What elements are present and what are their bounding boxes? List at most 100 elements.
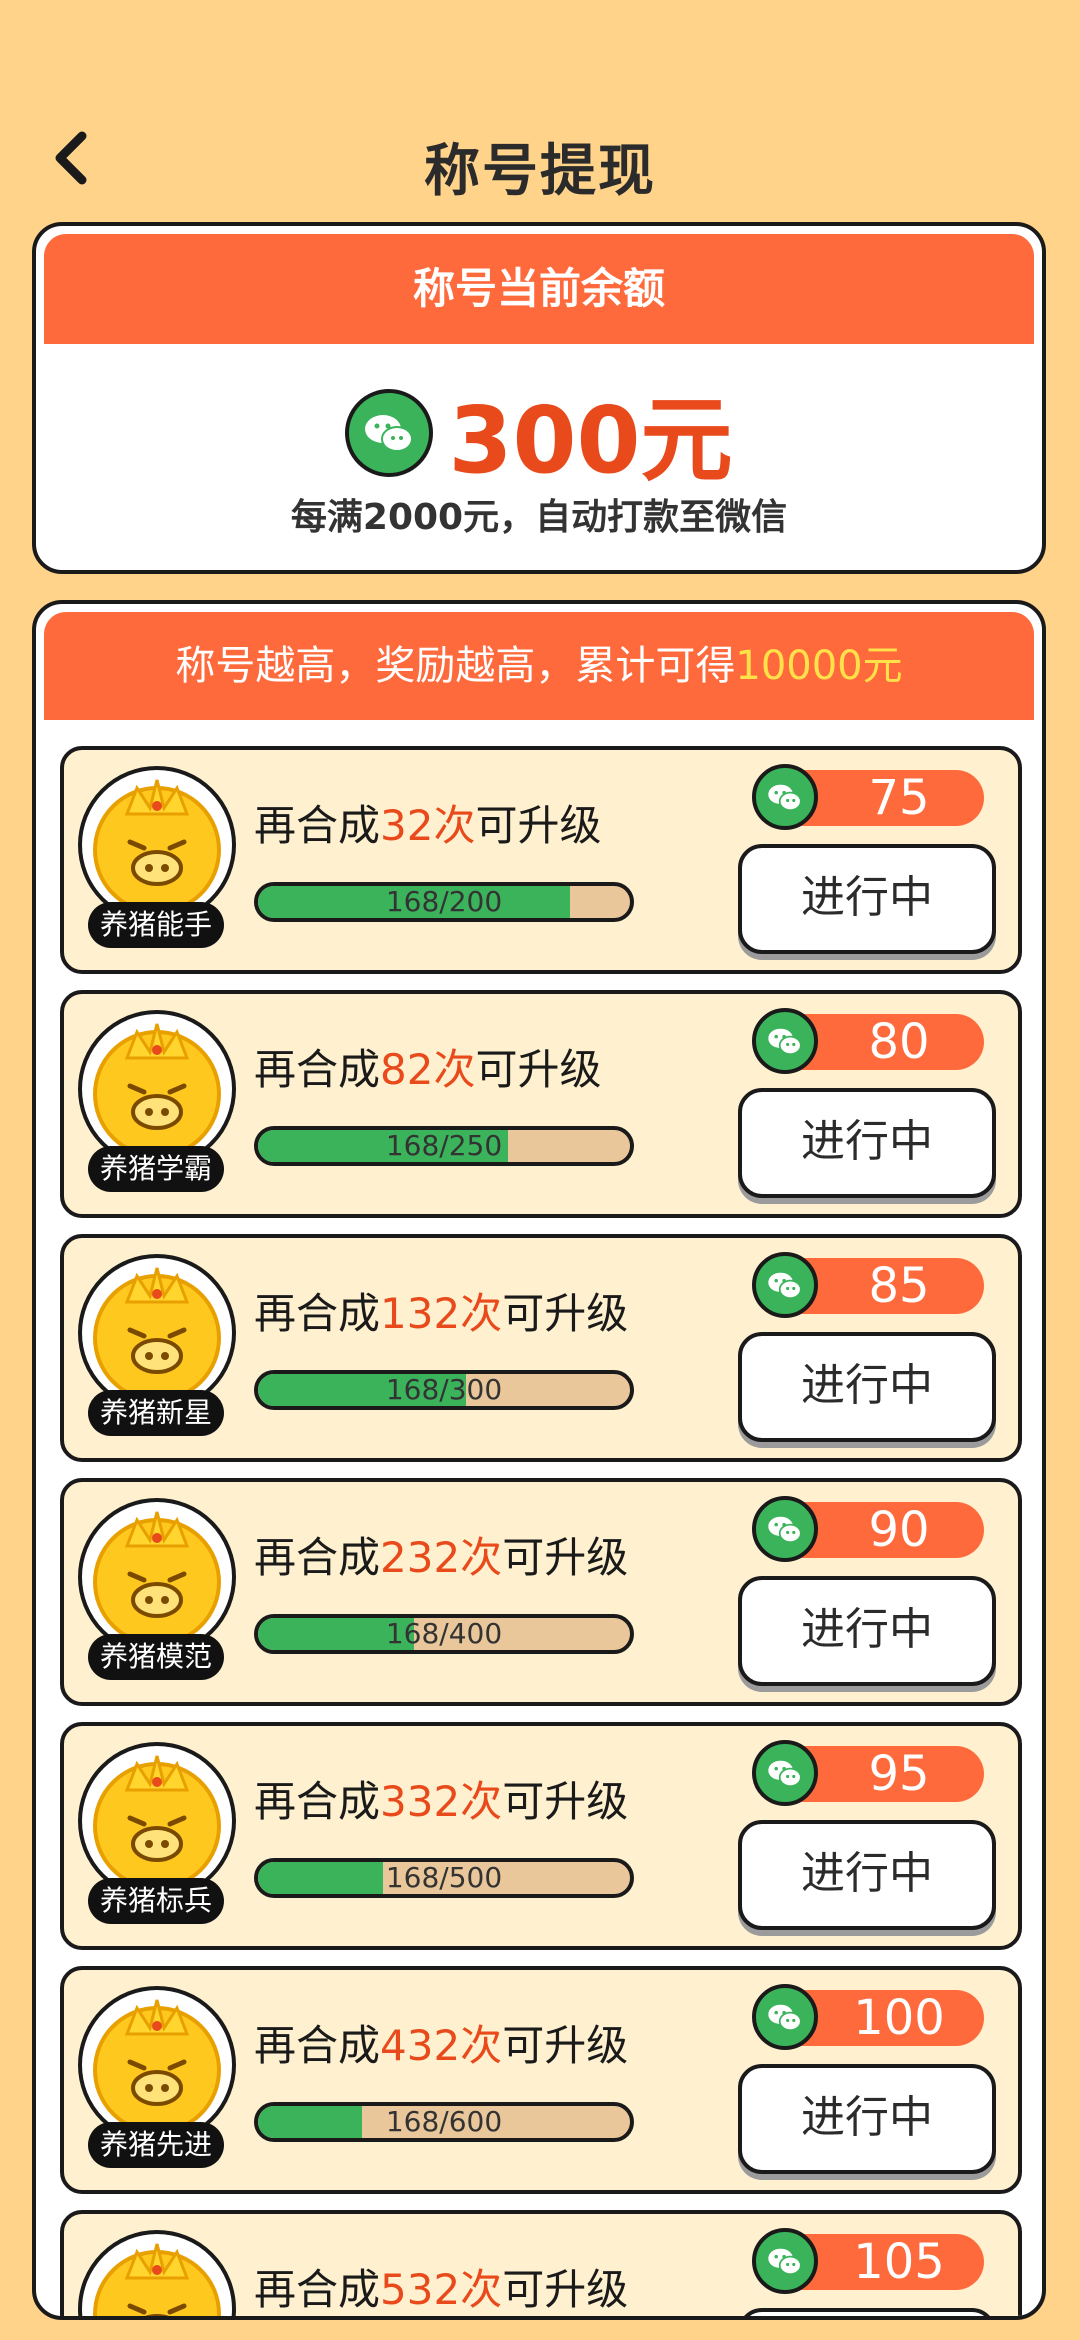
list-header: 称号越高，奖励越高，累计可得10000元 [44, 612, 1034, 720]
pig-crown-icon [78, 1742, 236, 1900]
status-button[interactable]: 进行中 [738, 1088, 996, 1198]
reward-pill: 95 [752, 1740, 984, 1806]
req-count: 332次 [380, 1777, 503, 1826]
title-badge: 养猪学霸 [88, 1146, 225, 1192]
reward-amount: 100 [853, 1990, 945, 2046]
req-count: 432次 [380, 2021, 503, 2070]
pig-crown-icon [78, 1010, 236, 1168]
title-list-card: 称号越高，奖励越高，累计可得10000元 养猪能手 再合成32次可升级 168/… [32, 600, 1046, 2320]
req-prefix: 再合成 [254, 2265, 381, 2314]
req-prefix: 再合成 [254, 2021, 381, 2070]
req-prefix: 再合成 [254, 1045, 381, 1094]
pig-crown-icon [78, 2230, 236, 2316]
wechat-icon [752, 1984, 818, 2050]
req-count: 82次 [380, 1045, 476, 1094]
reward-pill: 80 [752, 1008, 984, 1074]
pig-crown-icon [78, 1498, 236, 1656]
upgrade-requirement: 再合成82次可升级 [254, 1036, 601, 1097]
req-count: 232次 [380, 1533, 503, 1582]
pig-crown-icon [78, 1986, 236, 2144]
title-badge: 养猪模范 [88, 1634, 225, 1680]
progress-text: 168/400 [385, 1617, 503, 1650]
req-prefix: 再合成 [254, 1289, 381, 1338]
upgrade-requirement: 再合成132次可升级 [254, 1280, 628, 1341]
reward-amount: 80 [868, 1014, 930, 1070]
req-suffix: 可升级 [475, 1045, 602, 1094]
balance-amount-row: 300元 [36, 366, 1042, 494]
progress-text: 168/500 [385, 1861, 503, 1894]
wechat-icon [752, 2228, 818, 2294]
list-header-highlight: 10000元 [735, 643, 903, 689]
wechat-icon [345, 388, 434, 477]
status-button[interactable]: 进行中 [738, 2064, 996, 2174]
reward-pill: 105 [752, 2228, 984, 2294]
reward-amount: 85 [868, 1258, 930, 1314]
title-item: 养猪新星 再合成132次可升级 168/300 85 进行中 [60, 1234, 1022, 1462]
progress-bar: 168/250 [254, 1126, 634, 1166]
title-item: 养猪模范 再合成232次可升级 168/400 90 进行中 [60, 1478, 1022, 1706]
req-count: 32次 [380, 801, 476, 850]
status-button[interactable]: 进行中 [738, 1332, 996, 1442]
upgrade-requirement: 再合成332次可升级 [254, 1768, 628, 1829]
progress-bar: 168/500 [254, 1858, 634, 1898]
progress-bar: 168/200 [254, 882, 634, 922]
req-suffix: 可升级 [502, 1533, 629, 1582]
status-button[interactable] [738, 2308, 996, 2316]
reward-amount: 105 [853, 2234, 945, 2290]
pig-crown-icon [78, 766, 236, 924]
req-prefix: 再合成 [254, 1777, 381, 1826]
progress-text: 168/300 [385, 1373, 503, 1406]
balance-header: 称号当前余额 [44, 234, 1034, 344]
title-badge: 养猪先进 [88, 2122, 225, 2168]
title-item: 再合成532次可升级 105 [60, 2210, 1022, 2316]
req-count: 532次 [380, 2265, 503, 2314]
title-item: 养猪能手 再合成32次可升级 168/200 75 进行中 [60, 746, 1022, 974]
req-suffix: 可升级 [502, 1289, 629, 1338]
req-suffix: 可升级 [502, 2265, 629, 2314]
status-button[interactable]: 进行中 [738, 844, 996, 954]
req-suffix: 可升级 [502, 2021, 629, 2070]
upgrade-requirement: 再合成532次可升级 [254, 2256, 629, 2316]
balance-note: 每满2000元，自动打款至微信 [290, 497, 788, 538]
wechat-icon [752, 1008, 818, 1074]
reward-pill: 100 [752, 1984, 984, 2050]
reward-pill: 85 [752, 1252, 984, 1318]
wechat-icon [752, 1252, 818, 1318]
progress-bar: 168/300 [254, 1370, 634, 1410]
title-badge: 养猪新星 [88, 1390, 225, 1436]
balance-amount: 300元 [448, 387, 733, 494]
req-suffix: 可升级 [475, 801, 602, 850]
progress-text: 168/600 [385, 2105, 503, 2138]
progress-bar: 168/400 [254, 1614, 634, 1654]
pig-crown-icon [78, 1254, 236, 1412]
reward-pill: 75 [752, 764, 984, 830]
balance-card: 称号当前余额 300元 每满2000元，自动打款至微信 [32, 222, 1046, 574]
wechat-icon [752, 1496, 818, 1562]
top-bar: 称号提现 [0, 110, 1080, 210]
wechat-icon [752, 764, 818, 830]
wechat-icon [752, 1740, 818, 1806]
reward-pill: 90 [752, 1496, 984, 1562]
page-title: 称号提现 [424, 139, 656, 204]
reward-amount: 95 [868, 1746, 930, 1802]
status-button[interactable]: 进行中 [738, 1576, 996, 1686]
req-prefix: 再合成 [254, 1533, 381, 1582]
progress-text: 168/250 [385, 1129, 503, 1162]
req-count: 132次 [380, 1289, 503, 1338]
title-item: 养猪标兵 再合成332次可升级 168/500 95 进行中 [60, 1722, 1022, 1950]
title-item: 养猪学霸 再合成82次可升级 168/250 80 进行中 [60, 990, 1022, 1218]
title-badge: 养猪能手 [88, 902, 225, 948]
progress-text: 168/200 [385, 885, 503, 918]
reward-amount: 90 [868, 1502, 930, 1558]
progress-bar: 168/600 [254, 2102, 634, 2142]
req-prefix: 再合成 [254, 801, 381, 850]
upgrade-requirement: 再合成432次可升级 [254, 2012, 628, 2073]
title-badge: 养猪标兵 [88, 1878, 225, 1924]
title-item: 养猪先进 再合成432次可升级 168/600 100 进行中 [60, 1966, 1022, 2194]
reward-amount: 75 [868, 770, 930, 826]
req-suffix: 可升级 [502, 1777, 629, 1826]
list-header-text: 称号越高，奖励越高，累计可得 [175, 643, 736, 689]
status-button[interactable]: 进行中 [738, 1820, 996, 1930]
upgrade-requirement: 再合成32次可升级 [254, 792, 601, 853]
upgrade-requirement: 再合成232次可升级 [254, 1524, 628, 1585]
